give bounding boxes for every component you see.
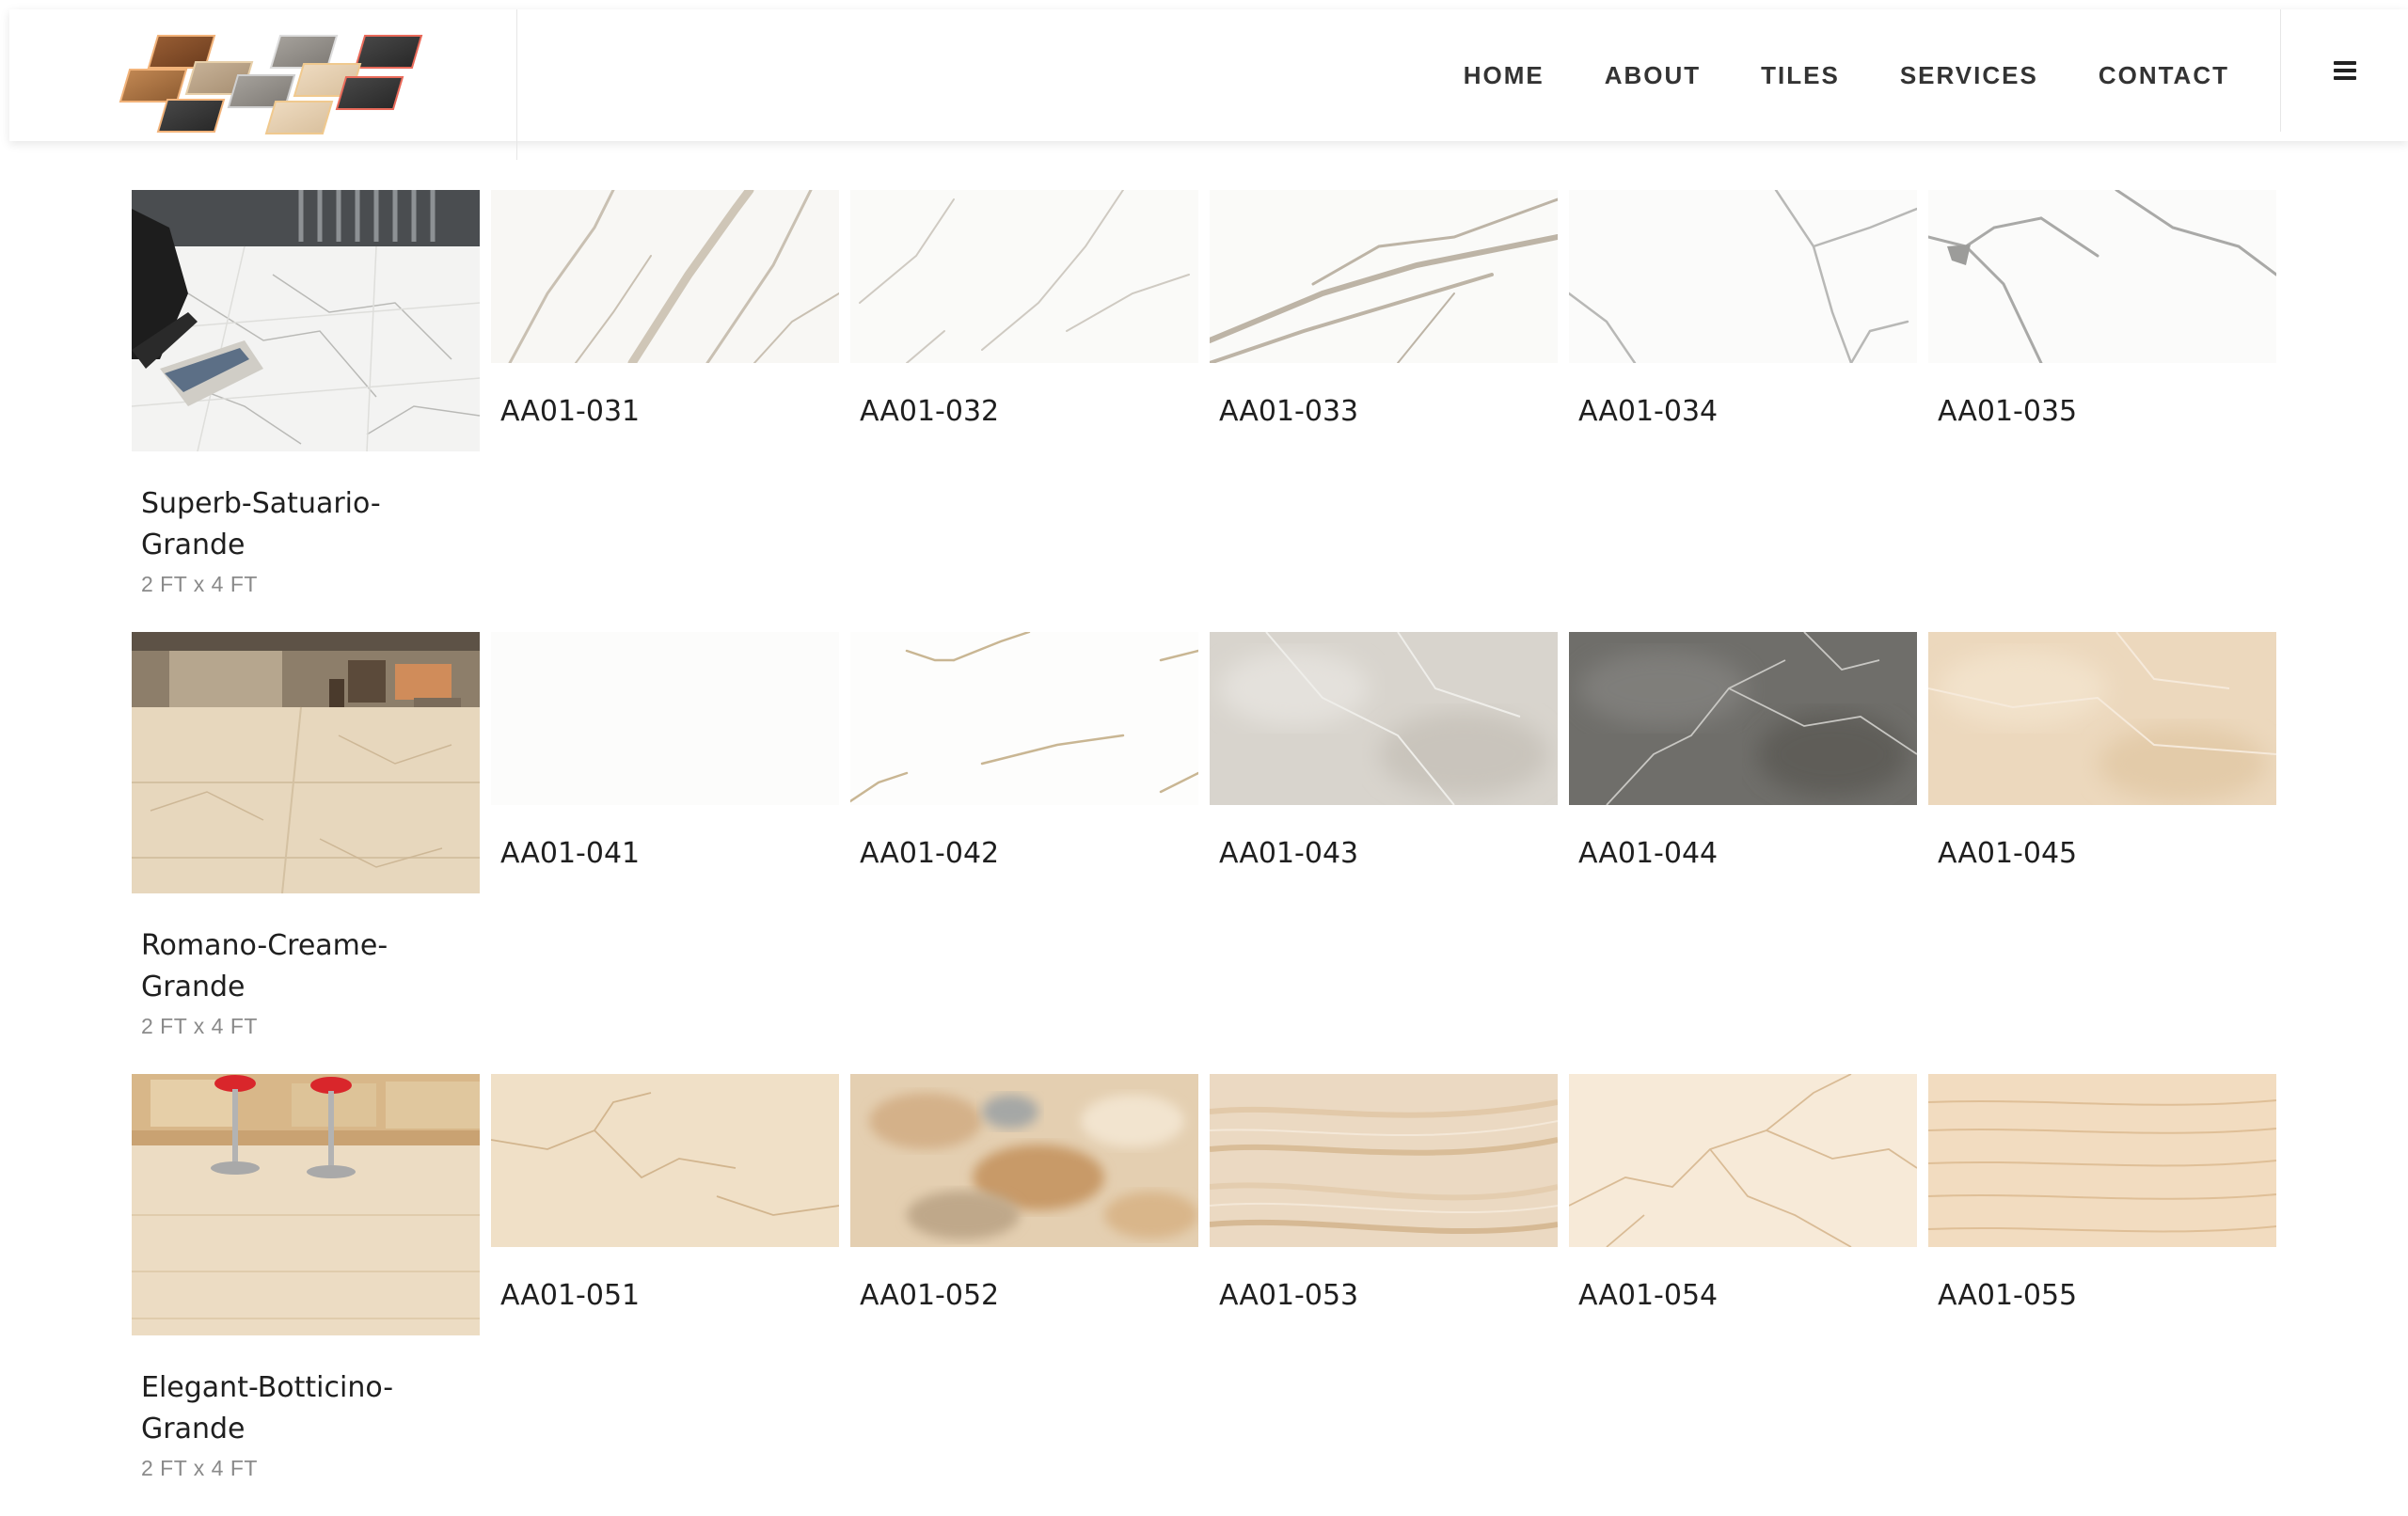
tile-card[interactable]: AA01-042: [850, 632, 1198, 870]
tile-catalog: Superb-Satuario- Grande 2 FT x 4 FT AA01…: [132, 190, 2276, 1516]
tile-code[interactable]: AA01-033: [1219, 395, 1558, 428]
tile-code[interactable]: AA01-031: [500, 395, 839, 428]
tile-card[interactable]: AA01-051: [491, 1074, 839, 1312]
series-name-line: Superb-Satuario-: [141, 487, 381, 520]
menu-toggle-button[interactable]: [2280, 9, 2408, 132]
tile-code[interactable]: AA01-051: [500, 1279, 839, 1312]
series-name[interactable]: Superb-Satuario- Grande: [141, 483, 423, 566]
hamburger-menu-icon: [2333, 57, 2356, 84]
series-size: 2 FT x 4 FT: [141, 572, 258, 596]
tile-card[interactable]: AA01-052: [850, 1074, 1198, 1312]
tile-swatch[interactable]: [1210, 632, 1558, 805]
series-row-superb-satuario: Superb-Satuario- Grande 2 FT x 4 FT AA01…: [132, 190, 2276, 632]
tile-code[interactable]: AA01-043: [1219, 837, 1558, 870]
tile-swatch[interactable]: [491, 632, 839, 805]
series-name-line: Grande: [141, 529, 246, 561]
tile-card[interactable]: AA01-043: [1210, 632, 1558, 870]
nav-about[interactable]: ABOUT: [1605, 61, 1701, 90]
nav-services[interactable]: SERVICES: [1900, 61, 2038, 90]
tile-code[interactable]: AA01-055: [1938, 1279, 2276, 1312]
tile-swatch[interactable]: [491, 1074, 839, 1247]
tile-swatch[interactable]: [1210, 190, 1558, 363]
tile-code[interactable]: AA01-041: [500, 837, 839, 870]
tile-card[interactable]: AA01-032: [850, 190, 1198, 428]
tile-code[interactable]: AA01-044: [1578, 837, 1917, 870]
room-preview-image[interactable]: [132, 190, 480, 451]
tile-swatches-logo[interactable]: [111, 23, 431, 135]
tile-swatch[interactable]: [1569, 632, 1917, 805]
tile-swatch[interactable]: [850, 190, 1198, 363]
tile-swatch[interactable]: [491, 190, 839, 363]
tile-swatch[interactable]: [1928, 1074, 2276, 1247]
tile-swatch[interactable]: [1928, 632, 2276, 805]
tile-card[interactable]: AA01-034: [1569, 190, 1917, 428]
tile-card[interactable]: AA01-041: [491, 632, 839, 870]
series-name-line: Grande: [141, 971, 246, 1003]
site-header: HOME ABOUT TILES SERVICES CONTACT: [9, 9, 2408, 160]
tile-code[interactable]: AA01-035: [1938, 395, 2276, 428]
tile-code[interactable]: AA01-034: [1578, 395, 1917, 428]
series-size: 2 FT x 4 FT: [141, 1456, 258, 1480]
tile-card[interactable]: AA01-035: [1928, 190, 2276, 428]
tile-card[interactable]: AA01-045: [1928, 632, 2276, 870]
tile-swatch[interactable]: [850, 632, 1198, 805]
series-name[interactable]: Elegant-Botticino- Grande: [141, 1367, 423, 1450]
series-name[interactable]: Romano-Creame- Grande: [141, 925, 423, 1008]
nav-tiles[interactable]: TILES: [1761, 61, 1840, 90]
series-name-line: Elegant-Botticino-: [141, 1371, 394, 1404]
tile-card[interactable]: AA01-033: [1210, 190, 1558, 428]
logo-area: [9, 9, 517, 160]
tile-card[interactable]: AA01-044: [1569, 632, 1917, 870]
tile-code[interactable]: AA01-042: [860, 837, 1198, 870]
tile-swatch[interactable]: [1569, 190, 1917, 363]
series-row-elegant-botticino: Elegant-Botticino- Grande 2 FT x 4 FT AA…: [132, 1074, 2276, 1516]
series-name-line: Grande: [141, 1413, 246, 1445]
room-preview-image[interactable]: [132, 1074, 480, 1335]
tile-card[interactable]: AA01-031: [491, 190, 839, 428]
nav-home[interactable]: HOME: [1464, 61, 1545, 90]
tile-card[interactable]: AA01-055: [1928, 1074, 2276, 1312]
tile-swatch[interactable]: [1928, 190, 2276, 363]
tile-code[interactable]: AA01-054: [1578, 1279, 1917, 1312]
series-card[interactable]: Elegant-Botticino- Grande 2 FT x 4 FT: [132, 1074, 480, 1481]
series-card[interactable]: Romano-Creame- Grande 2 FT x 4 FT: [132, 632, 480, 1039]
tile-card[interactable]: AA01-054: [1569, 1074, 1917, 1312]
tile-code[interactable]: AA01-045: [1938, 837, 2276, 870]
series-size: 2 FT x 4 FT: [141, 1014, 258, 1038]
tile-swatch[interactable]: [850, 1074, 1198, 1247]
tile-code[interactable]: AA01-052: [860, 1279, 1198, 1312]
room-preview-image[interactable]: [132, 632, 480, 893]
series-name-line: Romano-Creame-: [141, 929, 388, 962]
series-row-romano-creame: Romano-Creame- Grande 2 FT x 4 FT AA01-0…: [132, 632, 2276, 1074]
tile-code[interactable]: AA01-032: [860, 395, 1198, 428]
series-card[interactable]: Superb-Satuario- Grande 2 FT x 4 FT: [132, 190, 480, 597]
tile-swatch[interactable]: [1569, 1074, 1917, 1247]
tile-swatch[interactable]: [1210, 1074, 1558, 1247]
main-nav: HOME ABOUT TILES SERVICES CONTACT: [1403, 9, 2229, 141]
nav-contact[interactable]: CONTACT: [2099, 61, 2229, 90]
tile-code[interactable]: AA01-053: [1219, 1279, 1558, 1312]
tile-card[interactable]: AA01-053: [1210, 1074, 1558, 1312]
